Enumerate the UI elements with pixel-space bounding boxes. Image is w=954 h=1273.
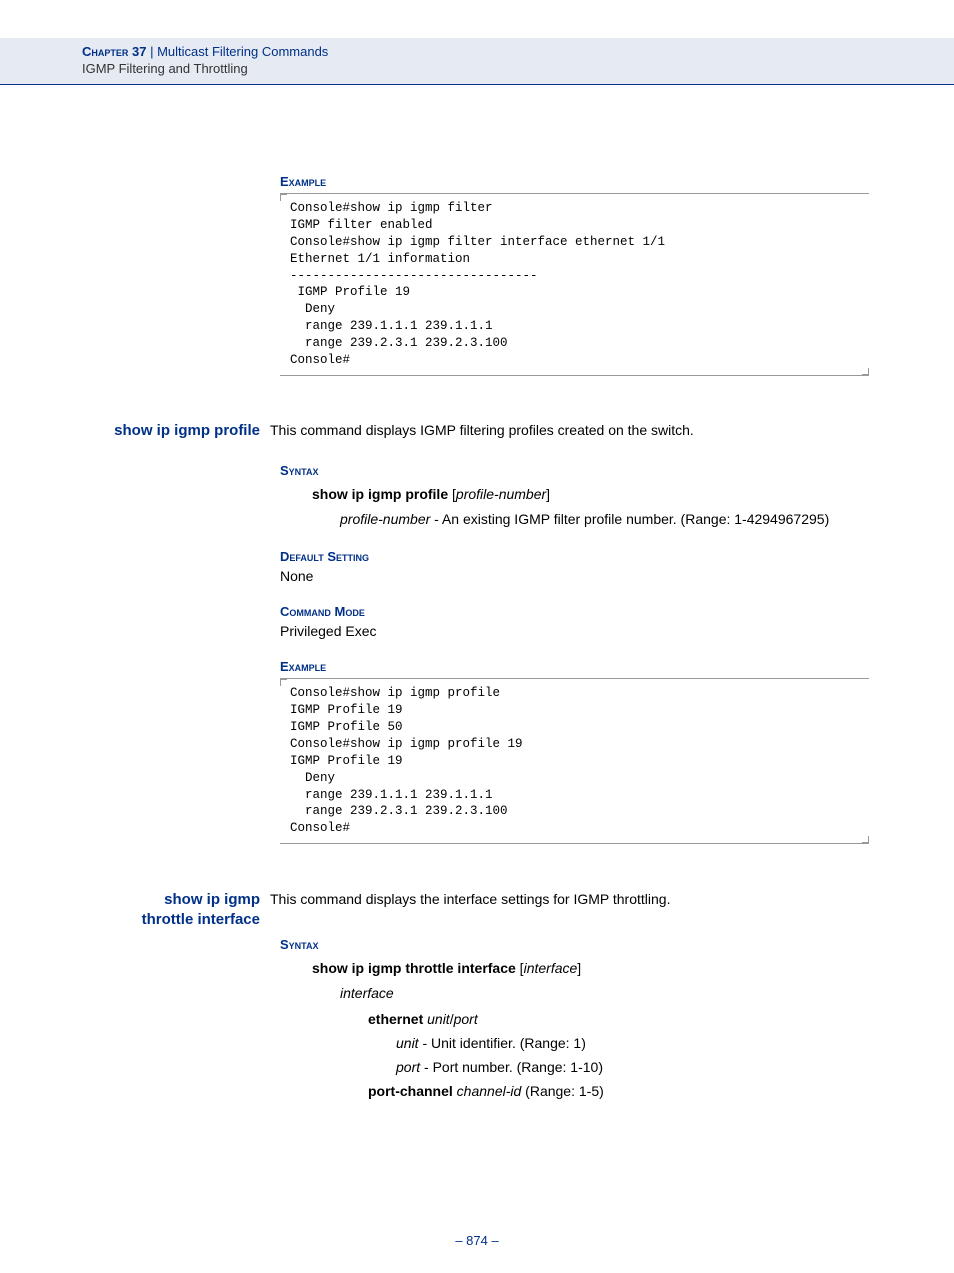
command-row-throttle: show ip igmp throttle interface This com… <box>0 890 954 931</box>
syntax-bc-profile: ] <box>546 486 550 502</box>
unit-desc: - Unit identifier. (Range: 1) <box>419 1035 586 1051</box>
iface-text: interface <box>340 985 394 1001</box>
syntax-bo-throttle: [ <box>516 960 524 976</box>
command-row-profile: show ip igmp profile This command displa… <box>0 422 954 439</box>
syntax-param-profile: profile-number <box>456 486 546 502</box>
syntax-line-profile: show ip igmp profile [profile-number] <box>312 486 954 502</box>
code-block-profile: Console#show ip igmp profile IGMP Profil… <box>280 678 869 844</box>
eth-port: port <box>454 1011 478 1027</box>
syntax-bc-throttle: ] <box>577 960 581 976</box>
param-desc-profile: profile-number - An existing IGMP filter… <box>340 510 954 530</box>
syntax-param-throttle: interface <box>524 960 578 976</box>
mode-heading-profile: Command Mode <box>280 604 954 619</box>
chapter-line: Chapter 37 | Multicast Filtering Command… <box>82 44 954 59</box>
portchannel-line: port-channel channel-id (Range: 1-5) <box>368 1083 954 1099</box>
chapter-label: Chapter 37 <box>82 44 146 59</box>
page-body: Example Console#show ip igmp filter IGMP… <box>0 158 954 1099</box>
chapter-title: Multicast Filtering Commands <box>157 44 328 59</box>
syntax-heading-throttle: Syntax <box>280 937 954 952</box>
pc-label: port-channel <box>368 1083 453 1099</box>
command-name-profile: show ip igmp profile <box>0 422 270 439</box>
page-header: Chapter 37 | Multicast Filtering Command… <box>0 38 954 85</box>
port-line: port - Port number. (Range: 1-10) <box>396 1059 954 1075</box>
pc-desc: (Range: 1-5) <box>521 1083 603 1099</box>
default-text-profile: None <box>280 568 954 584</box>
eth-label: ethernet <box>368 1011 423 1027</box>
command-desc-profile: This command displays IGMP filtering pro… <box>270 422 694 438</box>
default-heading-profile: Default Setting <box>280 549 954 564</box>
unit-name: unit <box>396 1035 419 1051</box>
ethernet-line: ethernet unit/port <box>368 1011 954 1027</box>
eth-unit: unit <box>427 1011 450 1027</box>
port-name: port <box>396 1059 420 1075</box>
port-desc: - Port number. (Range: 1-10) <box>420 1059 603 1075</box>
chapter-sep: | <box>146 44 157 59</box>
unit-line: unit - Unit identifier. (Range: 1) <box>396 1035 954 1051</box>
mode-text-profile: Privileged Exec <box>280 623 954 639</box>
param-name-profile: profile-number <box>340 511 430 527</box>
pc-param: channel-id <box>457 1083 522 1099</box>
syntax-heading-profile: Syntax <box>280 463 954 478</box>
throttle-name-l2: throttle interface <box>142 911 260 928</box>
header-subtitle: IGMP Filtering and Throttling <box>82 61 954 76</box>
example-heading-1: Example <box>280 174 954 189</box>
command-desc-throttle: This command displays the interface sett… <box>270 891 670 907</box>
syntax-bo-profile: [ <box>448 486 456 502</box>
command-name-throttle: show ip igmp throttle interface <box>0 890 270 931</box>
interface-label: interface <box>340 984 954 1004</box>
syntax-cmd-profile: show ip igmp profile <box>312 486 448 502</box>
syntax-line-throttle: show ip igmp throttle interface [interfa… <box>312 960 954 976</box>
throttle-name-l1: show ip igmp <box>164 891 260 908</box>
example-heading-profile: Example <box>280 659 954 674</box>
page-number: – 874 – <box>0 1233 954 1248</box>
code-block-1: Console#show ip igmp filter IGMP filter … <box>280 193 869 376</box>
syntax-cmd-throttle: show ip igmp throttle interface <box>312 960 516 976</box>
param-text-profile: - An existing IGMP filter profile number… <box>430 511 829 527</box>
